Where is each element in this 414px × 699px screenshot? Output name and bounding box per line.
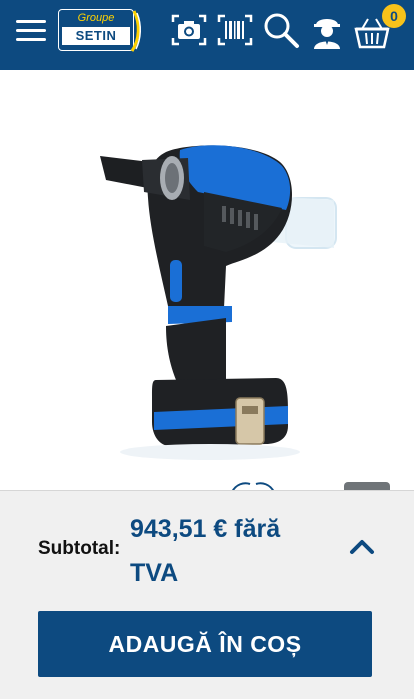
cart-summary-bar: Subtotal: 943,51 € fără TVA ADAUGĂ ÎN CO…	[0, 490, 414, 699]
worker-account-icon[interactable]	[308, 11, 346, 51]
logo-brand-text: SETIN	[62, 27, 130, 45]
rivet-tool-image	[100, 145, 337, 460]
app-header: Groupe SETIN 0	[0, 0, 414, 70]
setin-logo[interactable]: Groupe SETIN	[58, 9, 142, 53]
subtotal-price: 943,51 € fără TVA	[130, 515, 281, 587]
chevron-up-icon[interactable]	[349, 537, 375, 555]
camera-icon[interactable]	[170, 11, 208, 49]
cart-count-badge: 0	[382, 4, 406, 28]
product-image[interactable]	[0, 80, 414, 490]
add-to-cart-button[interactable]: ADAUGĂ ÎN COȘ	[38, 611, 372, 677]
logo-swoosh-icon	[130, 10, 141, 52]
subtotal-label: Subtotal:	[38, 538, 121, 559]
barcode-scanner-icon[interactable]	[216, 11, 254, 49]
search-icon[interactable]	[262, 11, 300, 49]
hamburger-menu-icon[interactable]	[16, 18, 48, 44]
logo-group-text: Groupe	[77, 12, 115, 24]
